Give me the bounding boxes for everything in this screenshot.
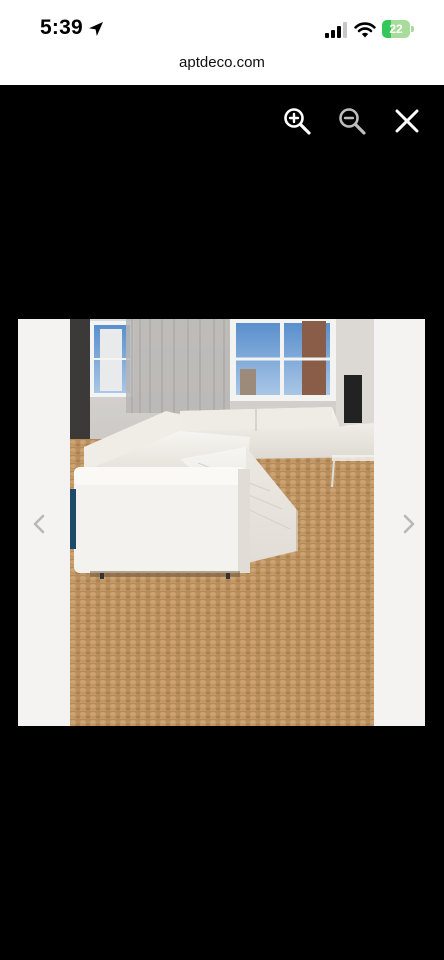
chevron-right-icon[interactable] (397, 510, 421, 538)
zoom-in-icon[interactable] (282, 106, 312, 136)
close-icon[interactable] (392, 106, 422, 136)
wifi-icon (354, 22, 376, 38)
battery-level: 22 (389, 22, 403, 36)
battery-cap (411, 26, 414, 32)
photo-stage (18, 319, 425, 726)
cellular-signal-icon (325, 22, 347, 38)
photo-viewer-screen: 5:39 22 aptdeco.com (0, 0, 444, 960)
url-bar[interactable]: aptdeco.com (0, 50, 444, 76)
chevron-left-icon[interactable] (27, 510, 51, 538)
status-time: 5:39 (40, 16, 83, 39)
location-arrow-icon (89, 22, 103, 36)
battery-icon: 22 (382, 20, 415, 38)
zoom-out-icon[interactable] (337, 106, 367, 136)
browser-chrome: 5:39 22 aptdeco.com (0, 0, 444, 85)
product-photo[interactable] (70, 319, 374, 726)
